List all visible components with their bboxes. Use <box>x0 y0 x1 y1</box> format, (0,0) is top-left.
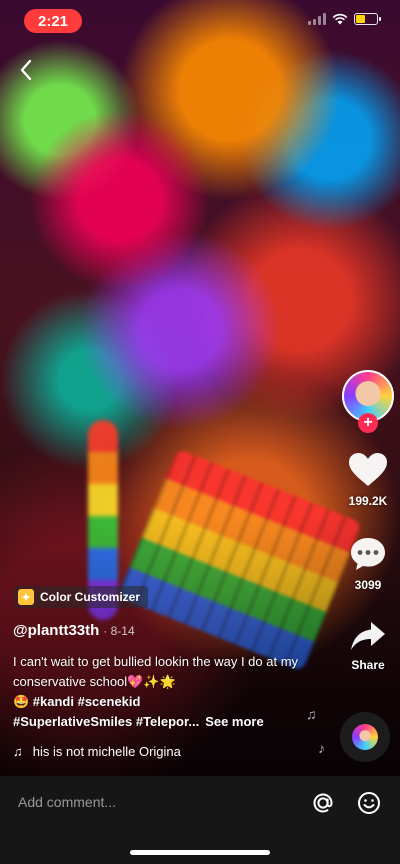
sound-disc[interactable] <box>340 712 390 762</box>
post-date: · 8-14 <box>103 624 135 638</box>
like-count: 199.2K <box>348 494 388 508</box>
wifi-icon <box>332 13 348 25</box>
see-more-link[interactable]: See more <box>205 714 264 729</box>
emoji-icon[interactable] <box>356 790 382 816</box>
share-label: Share <box>351 658 385 672</box>
cellular-signal-icon <box>308 13 326 25</box>
share-button[interactable]: Share <box>338 620 398 672</box>
hashtags-line[interactable]: 🤩 #kandi #scenekid <box>13 692 313 712</box>
sound-title: his is not michelle Origina <box>32 744 181 759</box>
sparkle-icon: ✦ <box>18 589 34 605</box>
effect-badge[interactable]: ✦ Color Customizer <box>14 586 149 608</box>
comment-count: 3099 <box>354 578 382 592</box>
status-time: 2:21 <box>24 9 82 33</box>
sound-line[interactable]: ♫ his is not michelle Origina <box>13 744 181 759</box>
battery-icon <box>354 13 381 25</box>
author-line: @plantt33th · 8-14 <box>13 622 135 639</box>
like-button[interactable]: 199.2K <box>338 452 398 508</box>
home-indicator <box>130 850 270 855</box>
comment-button[interactable]: 3099 <box>338 536 398 592</box>
post-caption: I can't wait to get bullied lookin the w… <box>13 652 313 732</box>
status-icons <box>308 13 381 25</box>
chevron-left-icon <box>20 59 32 81</box>
hashtags-line[interactable]: #SuperlativeSmiles #Telepor... <box>13 714 199 729</box>
comment-bubble-icon <box>351 538 385 570</box>
status-bar: 2:21 <box>0 0 400 44</box>
caption-text: I can't wait to get bullied lookin the w… <box>13 654 299 689</box>
effect-name: Color Customizer <box>40 590 141 604</box>
comment-input[interactable] <box>18 794 278 810</box>
music-note-icon: ♫ <box>13 744 23 759</box>
author-username[interactable]: @plantt33th <box>13 622 99 639</box>
heart-icon <box>349 453 387 486</box>
sound-cover-image <box>352 724 378 750</box>
back-button[interactable] <box>12 56 40 84</box>
follow-button[interactable]: + <box>358 413 378 433</box>
share-arrow-icon <box>351 622 385 650</box>
mention-icon[interactable] <box>310 790 336 816</box>
music-note-icon: ♪ <box>318 740 325 756</box>
